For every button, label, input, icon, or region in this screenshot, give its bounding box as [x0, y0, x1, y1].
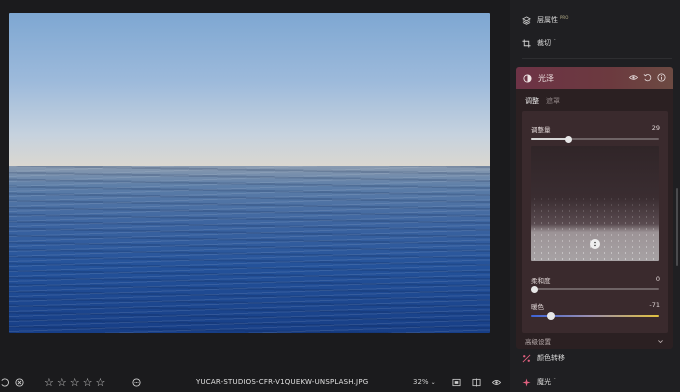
- star-icon[interactable]: ☆: [70, 377, 80, 388]
- compare-button[interactable]: [472, 372, 481, 392]
- eye-icon: [492, 379, 501, 385]
- photo-sea: [9, 166, 490, 333]
- gloss-title: 光泽: [538, 73, 554, 83]
- color-shift-label: 颜色转移: [537, 354, 565, 362]
- info-icon[interactable]: [657, 73, 666, 82]
- reset-icon[interactable]: [643, 73, 652, 82]
- pro-badge: PRO: [560, 14, 569, 20]
- amount-slider-handle[interactable]: [564, 135, 572, 143]
- reject-button[interactable]: [15, 372, 24, 392]
- softness-slider-handle[interactable]: [531, 285, 538, 293]
- magic-light-label: 魔光: [537, 378, 551, 386]
- warmth-slider-handle[interactable]: [546, 311, 555, 320]
- amount-value: 29: [651, 124, 660, 132]
- star-icon[interactable]: ☆: [44, 377, 54, 388]
- canvas-area: [0, 0, 500, 372]
- amount-label: 调整量: [531, 126, 551, 134]
- reject-icon: [15, 377, 24, 387]
- crop-icon: [521, 38, 531, 48]
- preview-toggle-button[interactable]: [492, 372, 501, 392]
- crop-expand-icon: ⌃: [553, 37, 557, 43]
- panel-scrollbar[interactable]: [676, 188, 678, 266]
- tab-mask[interactable]: 遮罩: [546, 96, 560, 106]
- fit-screen-icon: [452, 378, 461, 386]
- gloss-preview-grid[interactable]: [531, 146, 659, 261]
- amount-slider-fill: [531, 138, 569, 140]
- advanced-settings-label: 高级设置: [525, 338, 551, 346]
- gloss-tool-card: 光泽 调整 遮罩 调整量 29 柔和度 0 暖色 -71 高级设置: [516, 67, 673, 349]
- file-name: YUCAR-STUDIOS-CFR-V1QUEKW-UNSPLASH.JPG: [196, 378, 369, 386]
- chevron-down-icon: ⌄: [430, 378, 436, 386]
- gloss-controls: 调整量 29 柔和度 0 暖色 -71: [522, 111, 668, 333]
- rotate-icon: [1, 378, 9, 386]
- zoom-selector[interactable]: 32% ⌄: [413, 372, 436, 392]
- zoom-value: 32%: [413, 378, 429, 386]
- softness-label: 柔和度: [531, 277, 551, 285]
- star-icon[interactable]: ☆: [57, 377, 67, 388]
- chevron-down-icon: [658, 340, 663, 344]
- rating-stars[interactable]: ☆ ☆ ☆ ☆ ☆: [44, 372, 108, 392]
- color-shift-item[interactable]: 颜色转移: [510, 350, 680, 366]
- warmth-value: -71: [649, 301, 660, 309]
- fit-screen-button[interactable]: [452, 372, 461, 392]
- more-icon: [132, 377, 141, 387]
- tab-adjust[interactable]: 调整: [525, 96, 539, 106]
- more-options-button[interactable]: [132, 372, 141, 392]
- star-icon[interactable]: ☆: [83, 377, 93, 388]
- eye-icon[interactable]: [629, 73, 638, 82]
- gloss-icon: [523, 73, 532, 83]
- layer-properties-item[interactable]: 层属性 PRO: [510, 13, 680, 27]
- gloss-dot-pattern: [531, 196, 659, 261]
- softness-value: 0: [655, 275, 660, 283]
- layers-icon: [521, 15, 531, 25]
- bottom-toolbar: ☆ ☆ ☆ ☆ ☆ YUCAR-STUDIOS-CFR-V1QUEKW-UNSP…: [0, 372, 501, 392]
- color-shift-icon: [521, 353, 531, 363]
- gloss-header[interactable]: 光泽: [516, 67, 673, 89]
- crop-label: 裁切: [537, 39, 551, 47]
- gloss-tabs: 调整 遮罩: [525, 96, 560, 106]
- crop-item[interactable]: 裁切 ⌃: [510, 36, 680, 50]
- photo-sky: [9, 13, 490, 166]
- warmth-label: 暖色: [531, 303, 544, 311]
- layer-properties-label: 层属性: [537, 16, 558, 24]
- photo-preview[interactable]: [9, 13, 490, 333]
- softness-slider[interactable]: [531, 288, 659, 290]
- rotate-button[interactable]: [0, 372, 9, 392]
- advanced-settings-toggle[interactable]: 高级设置: [516, 333, 673, 349]
- magic-light-expand-icon: ⌃: [553, 376, 557, 382]
- star-icon[interactable]: ☆: [96, 377, 106, 388]
- divider: [522, 58, 672, 59]
- compare-icon: [472, 377, 481, 387]
- magic-light-item[interactable]: 魔光 ⌃: [510, 374, 680, 390]
- move-handle-icon[interactable]: [590, 239, 600, 249]
- sparkle-icon: [521, 377, 531, 387]
